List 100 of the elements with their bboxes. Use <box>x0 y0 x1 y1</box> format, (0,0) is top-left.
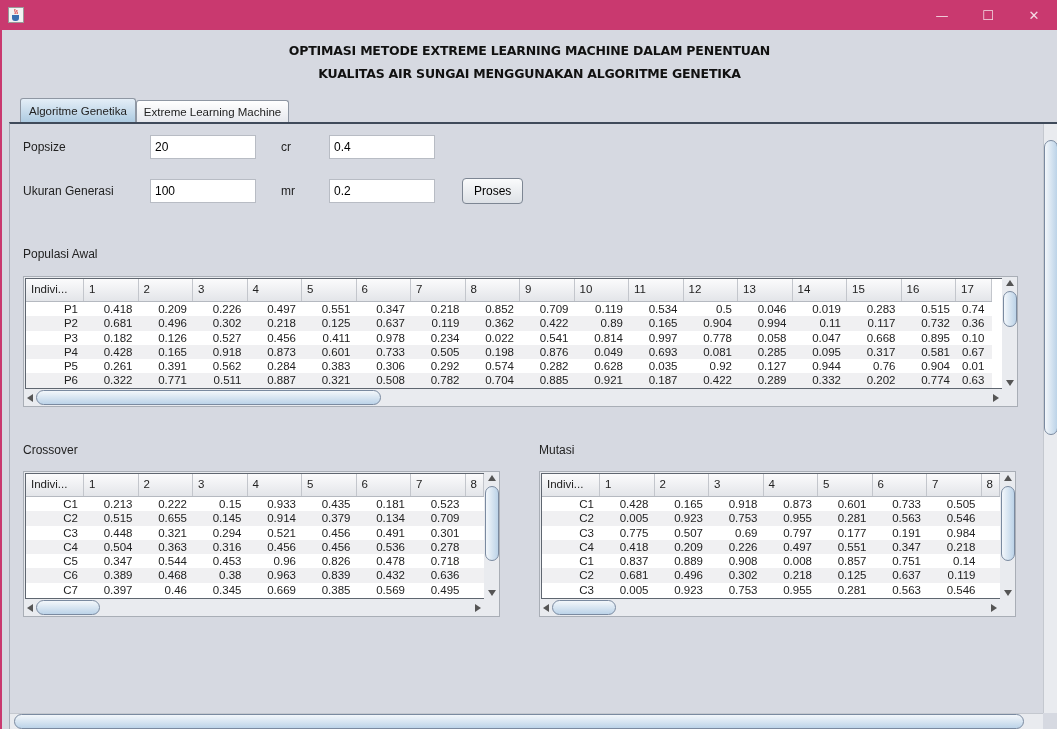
table-cell-text: 0.187 <box>647 373 679 388</box>
scroll-up-arrow-icon[interactable] <box>487 475 496 481</box>
table-cell-text: 0.491 <box>375 525 406 540</box>
table-cell-text: 0.46 <box>163 582 188 598</box>
vertical-scrollbar[interactable] <box>1002 277 1017 389</box>
scroll-right-arrow-icon[interactable] <box>991 603 997 612</box>
horizontal-scrollbar[interactable] <box>24 389 1002 406</box>
column-header[interactable]: 13 <box>738 279 793 301</box>
table-cell-text: 0.89 <box>599 316 624 331</box>
close-button[interactable]: ✕ <box>1011 0 1057 30</box>
column-header[interactable]: 7 <box>411 474 466 496</box>
column-header[interactable]: 5 <box>302 279 357 301</box>
table-cell-text: 0.782 <box>429 373 461 388</box>
field-label: Ukuran Generasi <box>23 184 115 198</box>
column-header[interactable]: 4 <box>763 474 818 496</box>
table-cell-text: 0.857 <box>836 554 868 569</box>
tab[interactable]: Algoritme Genetika <box>20 98 136 122</box>
column-header[interactable]: 11 <box>629 279 684 301</box>
table-cell-text: 0.316 <box>211 539 243 555</box>
table-cell-text: 0.226 <box>727 539 759 555</box>
row-label: P1 <box>62 302 79 317</box>
table-cell-text: 0.918 <box>727 497 759 512</box>
scrollbar-thumb[interactable] <box>484 486 499 561</box>
table-cell-text: 0.541 <box>538 330 570 345</box>
input-field[interactable]: 0.2 <box>329 179 435 203</box>
column-header[interactable]: 3 <box>193 474 248 496</box>
table-cell-text: 0.637 <box>375 316 406 331</box>
scrollbar-thumb[interactable] <box>552 600 616 615</box>
column-header[interactable]: 2 <box>138 474 193 496</box>
scrollbar-thumb[interactable] <box>1000 486 1015 561</box>
input-field[interactable]: 100 <box>150 179 256 203</box>
horizontal-scrollbar[interactable] <box>540 599 1000 616</box>
table-cell-text: 0.709 <box>538 302 570 317</box>
column-header[interactable]: Indivi... <box>26 279 84 301</box>
column-header[interactable]: 6 <box>872 474 927 496</box>
process-button[interactable]: Proses <box>462 178 524 204</box>
table-cell-text: 0.306 <box>375 359 406 374</box>
table-cell-text: 0.505 <box>945 497 977 512</box>
column-header[interactable]: 4 <box>247 279 302 301</box>
table-cell-text: 0.456 <box>320 539 352 555</box>
column-header[interactable]: 8 <box>465 279 520 301</box>
column-header[interactable]: 3 <box>193 279 248 301</box>
table-cell-text: 0.332 <box>811 373 842 388</box>
column-header[interactable]: 7 <box>411 279 466 301</box>
row-label: C3 <box>578 525 595 540</box>
table-cell-text: 0.165 <box>647 316 679 331</box>
vertical-scrollbar[interactable] <box>484 472 499 599</box>
column-header[interactable]: 16 <box>901 279 956 301</box>
scrollbar-thumb[interactable] <box>36 390 381 405</box>
scrollbar-thumb[interactable] <box>36 600 100 615</box>
column-header[interactable]: 1 <box>84 474 139 496</box>
column-header[interactable]: 9 <box>520 279 575 301</box>
column-header[interactable]: 3 <box>709 474 764 496</box>
column-header[interactable]: 2 <box>138 279 193 301</box>
column-header[interactable]: 6 <box>356 474 411 496</box>
column-header[interactable]: 2 <box>654 474 709 496</box>
column-header[interactable]: 14 <box>792 279 847 301</box>
column-header[interactable]: 5 <box>818 474 873 496</box>
column-header[interactable]: 10 <box>574 279 629 301</box>
table-cell-text: 0.347 <box>375 302 406 317</box>
table-cell-text: 0.681 <box>618 568 650 583</box>
scroll-right-arrow-icon[interactable] <box>993 393 999 402</box>
table-cell-text: 0.218 <box>429 302 461 317</box>
table-cell-text: 0.049 <box>593 344 624 360</box>
table-cell-text: 0.261 <box>102 359 134 374</box>
scroll-up-arrow-icon[interactable] <box>1005 280 1014 286</box>
column-header[interactable]: 8 <box>981 474 1000 496</box>
column-header[interactable]: 1 <box>84 279 139 301</box>
minimize-button[interactable]: — <box>919 0 965 30</box>
input-field[interactable]: 0.4 <box>329 135 435 159</box>
field-label: mr <box>281 184 296 198</box>
table-cell-text: 0.732 <box>920 316 951 331</box>
table-cell-text: 0.095 <box>811 344 842 360</box>
scrollbar-thumb[interactable] <box>1044 140 1057 435</box>
table-cell-text: 0.637 <box>891 568 922 583</box>
table-cell-text: 0.873 <box>266 344 297 360</box>
scrollbar-thumb[interactable] <box>1002 291 1017 327</box>
scroll-right-arrow-icon[interactable] <box>475 603 481 612</box>
column-header[interactable]: 17 <box>956 279 992 301</box>
column-header[interactable]: 1 <box>600 474 655 496</box>
row-label: C1 <box>62 497 79 512</box>
horizontal-scrollbar[interactable] <box>24 599 484 616</box>
column-header[interactable]: 6 <box>356 279 411 301</box>
scroll-up-arrow-icon[interactable] <box>1003 475 1012 481</box>
column-header[interactable]: 5 <box>302 474 357 496</box>
column-header[interactable]: 4 <box>247 474 302 496</box>
column-header[interactable]: 7 <box>927 474 982 496</box>
table-cell-text: 0.76 <box>872 359 897 374</box>
input-field[interactable]: 20 <box>150 135 256 159</box>
vertical-scrollbar[interactable] <box>1000 472 1015 599</box>
column-header[interactable]: 15 <box>847 279 902 301</box>
row-label: C2 <box>62 511 79 526</box>
column-header[interactable]: Indivi... <box>26 474 84 496</box>
vertical-scrollbar[interactable] <box>1043 124 1057 713</box>
table-cell-text: 0.497 <box>782 539 813 555</box>
column-header[interactable]: 12 <box>683 279 738 301</box>
column-header[interactable]: Indivi... <box>542 474 600 496</box>
maximize-button[interactable]: ☐ <box>965 0 1011 30</box>
tab[interactable]: Extreme Learning Machine <box>135 100 290 122</box>
column-header[interactable]: 8 <box>465 474 484 496</box>
